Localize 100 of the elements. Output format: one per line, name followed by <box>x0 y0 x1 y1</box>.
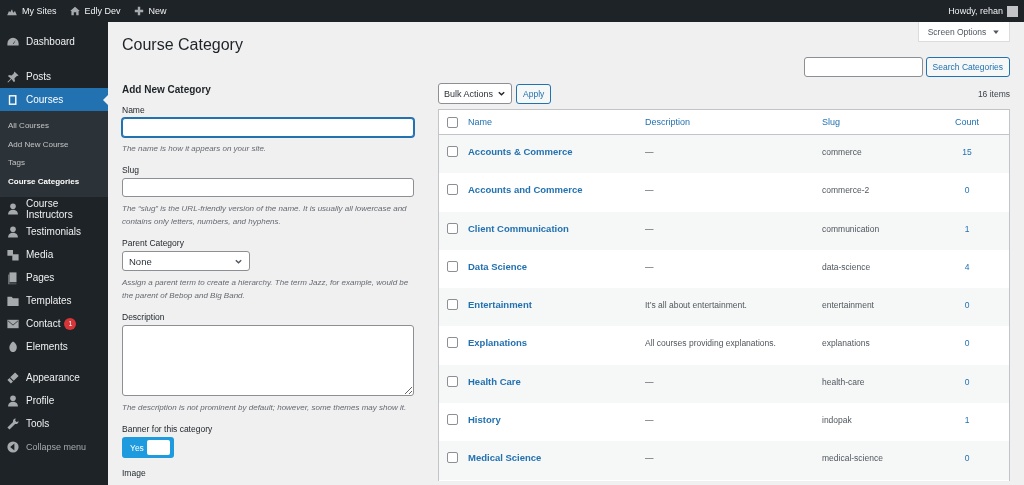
table-cell-text: entertainment <box>822 300 875 311</box>
table-cell-text: — <box>645 376 655 387</box>
field-label: Description <box>122 312 166 322</box>
sidebar-item[interactable]: Templates <box>0 289 108 312</box>
pin-icon <box>6 69 20 84</box>
count-link[interactable]: 4 <box>947 261 987 272</box>
item-count: 16 items <box>977 88 1010 99</box>
sidebar-item[interactable]: Tools <box>0 412 108 435</box>
bulk-actions-select[interactable]: Bulk Actions <box>438 83 513 104</box>
category-name-link[interactable]: Client Communication <box>468 222 645 234</box>
category-name-link[interactable]: History <box>468 414 645 426</box>
description-field[interactable] <box>122 325 414 396</box>
table-cell-text: commerce-2 <box>822 185 871 196</box>
category-name-link[interactable]: Entertainment <box>468 299 645 311</box>
table-cell-text: explanations <box>822 338 871 349</box>
count-link[interactable]: 0 <box>947 338 987 349</box>
count-link[interactable]: 15 <box>947 147 987 157</box>
chevron-down-icon <box>497 89 507 98</box>
search-button[interactable]: Search Categories <box>925 57 1010 77</box>
submenu-item[interactable]: Add New Course <box>0 135 108 154</box>
wrench-icon <box>6 416 20 431</box>
text-field[interactable] <box>122 118 414 137</box>
sidebar-item[interactable]: Media <box>0 243 108 266</box>
sidebar-item[interactable]: Appearance <box>0 366 108 389</box>
column-header[interactable]: Description <box>645 117 822 127</box>
parent-category-select[interactable]: None <box>122 251 250 271</box>
table-cell-text: communication <box>822 223 881 234</box>
count-link[interactable]: 1 <box>947 415 987 426</box>
field-label: Banner for this category <box>122 424 214 434</box>
field-label: Slug <box>122 165 140 175</box>
table-cell-text: — <box>645 261 655 272</box>
person-icon <box>6 224 20 239</box>
sidebar-item[interactable]: Testimonials <box>0 220 108 243</box>
table-cell-text: commerce <box>822 147 863 157</box>
column-header[interactable]: Slug <box>822 117 947 127</box>
row-checkbox[interactable] <box>447 452 458 464</box>
submenu-item[interactable]: Tags <box>0 154 108 173</box>
user-greeting-link[interactable]: Howdy, rehan <box>948 6 1003 16</box>
table-cell-text: — <box>645 453 655 464</box>
sidebar-item[interactable]: Courses <box>0 88 108 111</box>
category-name-link[interactable]: Accounts and Commerce <box>468 184 645 196</box>
row-checkbox[interactable] <box>447 337 458 349</box>
sidebar-item[interactable]: Dashboard <box>0 30 108 53</box>
category-name-link[interactable]: Health Care <box>468 375 645 387</box>
count-link[interactable]: 0 <box>947 376 987 387</box>
text-field[interactable] <box>122 178 414 197</box>
category-name-link[interactable]: Medical Science <box>468 452 645 464</box>
sidebar-item[interactable]: Course Instructors <box>0 197 108 220</box>
field-hint: The “slug” is the URL-friendly version of the name. It is usually all lowercase and contains only letters, numbers, and hyphens. <box>122 203 408 228</box>
row-checkbox[interactable] <box>447 146 458 157</box>
category-name-link[interactable]: Explanations <box>468 337 645 349</box>
select-all-checkbox[interactable] <box>447 116 458 128</box>
admin-bar-link[interactable]: Edly Dev <box>68 5 121 17</box>
sidebar-item[interactable]: Profile <box>0 389 108 412</box>
sidebar-item[interactable]: Collapse menu <box>0 435 108 458</box>
book-icon <box>6 92 20 107</box>
field-label: Image <box>122 468 147 478</box>
category-name-link[interactable]: Data Science <box>468 260 645 272</box>
sidebar-item[interactable]: Elements <box>0 335 108 358</box>
sidebar-item[interactable]: Pages <box>0 266 108 289</box>
home-icon <box>68 5 81 17</box>
brush-icon <box>6 370 20 385</box>
table-cell-text: health-care <box>822 376 866 387</box>
table-cell-text: It’s all about entertainment. <box>645 300 748 311</box>
submenu-item[interactable]: All Courses <box>0 117 108 136</box>
count-link[interactable]: 0 <box>947 185 987 196</box>
submenu-item[interactable]: Course Categories <box>0 172 108 191</box>
admin-bar-link[interactable]: My Sites <box>6 5 57 17</box>
count-link[interactable]: 1 <box>947 223 987 234</box>
table-cell-text: — <box>645 223 655 234</box>
banner-toggle[interactable]: Yes <box>122 437 174 458</box>
avatar <box>1007 5 1018 17</box>
media-icon <box>6 247 20 262</box>
row-checkbox[interactable] <box>447 184 458 196</box>
pages-icon <box>6 270 20 285</box>
row-checkbox[interactable] <box>447 299 458 311</box>
row-checkbox[interactable] <box>447 260 458 272</box>
category-name-link[interactable]: Accounts & Commerce <box>468 146 645 157</box>
column-header[interactable]: Count <box>947 117 987 127</box>
field-hint: The name is how it appears on your site. <box>122 143 268 155</box>
row-checkbox[interactable] <box>447 375 458 387</box>
field-hint: The description is not prominent by default; however, some themes may show it. <box>122 402 408 414</box>
apply-button[interactable]: Apply <box>516 83 552 104</box>
field-label: Parent Category <box>122 238 185 248</box>
table-cell-text: — <box>645 415 655 426</box>
row-checkbox[interactable] <box>447 222 458 234</box>
column-header[interactable]: Name <box>468 117 645 127</box>
screen-options-button[interactable]: Screen Options <box>918 22 1010 42</box>
field-hint: Assign a parent term to create a hierarchy. The term Jazz, for example, would be the parent of Bebop and Big Band. <box>122 277 410 302</box>
count-link[interactable]: 0 <box>947 453 987 464</box>
row-checkbox[interactable] <box>447 414 458 426</box>
search-field[interactable] <box>803 57 923 77</box>
form-heading: Add New Category <box>122 84 212 95</box>
person-icon <box>6 393 20 408</box>
page-title: Course Category <box>122 36 243 54</box>
person-icon <box>6 201 20 216</box>
field-label: Name <box>122 105 146 115</box>
admin-bar-link[interactable]: New <box>132 5 167 17</box>
sidebar-item[interactable]: Posts <box>0 65 108 88</box>
count-link[interactable]: 0 <box>947 300 987 311</box>
